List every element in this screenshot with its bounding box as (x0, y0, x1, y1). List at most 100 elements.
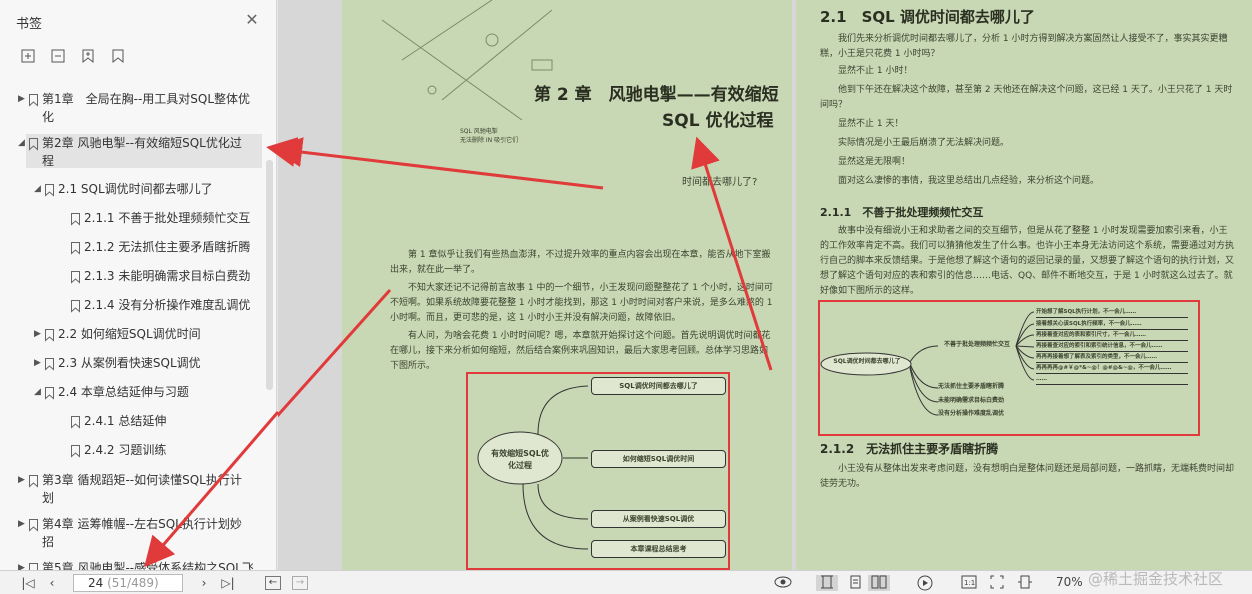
eye-protection-icon[interactable] (772, 575, 794, 591)
bookmark-label-line1: 第2章 风驰电掣--有效缩短SQL优化过 (42, 136, 242, 150)
bookmark-item[interactable]: ▶ 第3章 循规蹈矩--如何读懂SQL执行计划 (0, 471, 262, 505)
expanded-arrow-icon[interactable]: ◢ (34, 386, 44, 398)
bookmark-label-line1: 2.1.4 没有分析操作难度乱调优 (84, 298, 251, 312)
bookmark-label-line2: 程 (42, 154, 55, 168)
bookmark-label: 第1章 全局在胸--用工具对SQL整体优化 (42, 90, 262, 126)
bookmark-label: 2.1 SQL调优时间都去哪儿了 (58, 180, 262, 198)
bookmark-label: 第5章 风驰电掣--感受体系结构之SQL飞 (42, 559, 262, 570)
bookmark-sidebar: 书签 ✕ ▶ 第1章 全局在胸--用工具对SQL整体优化 ◢ 第2章 风驰电掣--有效… (0, 0, 277, 570)
bookmark-label: 2.1.2 无法抓住主要矛盾瞎折腾 (84, 238, 262, 256)
bookmark-label: 第4章 运筹帷幄--左右SQL执行计划妙招 (42, 515, 262, 551)
zoom-level[interactable]: 70% (1056, 575, 1083, 589)
page-number-input[interactable]: 24 (51/489) (73, 574, 183, 592)
bookmark-item[interactable]: ▶ 2.2 如何缩短SQL调优时间 (0, 325, 262, 347)
bookmark-tree: ▶ 第1章 全局在胸--用工具对SQL整体优化 ◢ 第2章 风驰电掣--有效缩短SQL… (0, 84, 265, 570)
annotation-arrows (278, 136, 773, 418)
bookmark-item[interactable]: ◢ 2.4 本章总结延伸与习题 (0, 383, 262, 405)
sidebar-title: 书签 (16, 17, 43, 32)
bookmark-label-line2: 招 (42, 535, 55, 549)
bookmark-label: 第2章 风驰电掣--有效缩短SQL优化过程 (42, 134, 262, 170)
collapsed-arrow-icon[interactable]: ▶ (18, 518, 28, 530)
close-icon[interactable]: ✕ (244, 12, 260, 28)
bookmark-item[interactable]: ▶ 2.3 从案例看快速SQL调优 (0, 354, 262, 376)
collapsed-arrow-icon[interactable]: ▶ (18, 93, 28, 105)
expand-bookmark-icon[interactable] (18, 46, 38, 66)
bookmark-icon (71, 299, 80, 313)
bookmark-icon (71, 415, 80, 429)
bookmark-icon (29, 93, 38, 107)
bookmark-icon (45, 386, 54, 400)
pdf-reader-window: 书签 ✕ ▶ 第1章 全局在胸--用工具对SQL整体优化 ◢ 第2章 风驰电掣--有效… (0, 0, 1252, 594)
collapsed-arrow-icon[interactable]: ▶ (34, 357, 44, 369)
bookmark-icon (29, 474, 38, 488)
collapsed-arrow-icon[interactable]: ▶ (18, 562, 28, 570)
sidebar-scrollbar[interactable] (266, 160, 273, 390)
bookmark-label-line2: 划 (42, 491, 55, 505)
bookmark-label: 2.4 本章总结延伸与习题 (58, 383, 262, 401)
fit-width-icon[interactable] (1014, 575, 1036, 591)
collapsed-arrow-icon[interactable]: ▶ (18, 474, 28, 486)
bookmark-item[interactable]: 2.1.2 无法抓住主要矛盾瞎折腾 (0, 238, 262, 260)
bookmark-item[interactable]: ▶ 第1章 全局在胸--用工具对SQL整体优化 (0, 90, 262, 124)
bookmark-label-line2: 化 (42, 110, 55, 124)
bookmark-icon (45, 357, 54, 371)
bookmark-icon (71, 212, 80, 226)
bookmark-label: 2.1.4 没有分析操作难度乱调优 (84, 296, 262, 314)
bookmark-label-line1: 2.1 SQL调优时间都去哪儿了 (58, 182, 213, 196)
bookmark-label: 2.3 从案例看快速SQL调优 (58, 354, 262, 372)
bookmark-label: 2.4.2 习题训练 (84, 441, 262, 459)
expanded-arrow-icon[interactable]: ◢ (18, 137, 28, 149)
bookmark-icon (29, 518, 38, 532)
bookmark-icon (71, 444, 80, 458)
continuous-page-icon[interactable] (844, 575, 866, 591)
bookmark-label-line1: 第1章 全局在胸--用工具对SQL整体优 (42, 92, 251, 106)
document-view: SQL 风驰电掣 无法删除 IN 吸引它们 第 2 章 风驰电掣——有效缩短 S… (278, 0, 1252, 570)
collapse-bookmark-icon[interactable] (48, 46, 68, 66)
bookmark-icon (45, 183, 54, 197)
bookmark-item[interactable]: ◢ 第2章 风驰电掣--有效缩短SQL优化过程 (18, 134, 262, 170)
fit-page-icon[interactable] (986, 575, 1008, 591)
bottom-toolbar: |◁ ‹ 24 (51/489) › ▷| ← → 1:1 70% (0, 570, 1252, 594)
next-page-icon[interactable]: › (196, 575, 212, 591)
bookmark-label-line1: 2.4 本章总结延伸与习题 (58, 385, 189, 399)
add-bookmark-icon[interactable] (78, 46, 98, 66)
forward-icon[interactable]: → (292, 576, 308, 590)
bookmark-label-line1: 第4章 运筹帷幄--左右SQL执行计划妙 (42, 517, 242, 531)
bookmark-label-line1: 第5章 风驰电掣--感受体系结构之SQL飞 (42, 561, 254, 570)
bookmark-icon (71, 241, 80, 255)
bookmark-label: 2.1.3 未能明确需求目标白费劲 (84, 267, 262, 285)
bookmark-label-line1: 2.3 从案例看快速SQL调优 (58, 356, 201, 370)
play-icon[interactable] (914, 575, 936, 591)
bookmark-label-line1: 第3章 循规蹈矩--如何读懂SQL执行计 (42, 473, 242, 487)
page-current: 24 (88, 576, 104, 590)
bookmark-label: 第3章 循规蹈矩--如何读懂SQL执行计划 (42, 471, 262, 507)
single-page-icon[interactable] (816, 575, 838, 591)
bookmark-item[interactable]: 2.4.1 总结延伸 (0, 412, 262, 434)
bookmark-label: 2.4.1 总结延伸 (84, 412, 262, 430)
bookmark-item[interactable]: ▶ 第4章 运筹帷幄--左右SQL执行计划妙招 (0, 515, 262, 549)
bookmark-item[interactable]: 2.1.4 没有分析操作难度乱调优 (0, 296, 262, 318)
watermark: @稀土掘金技术社区 (1088, 570, 1224, 588)
bookmark-icon (71, 270, 80, 284)
bookmark-icon[interactable] (108, 46, 128, 66)
bookmark-item[interactable]: 2.1.1 不善于批处理频频忙交互 (0, 209, 262, 231)
first-page-icon[interactable]: |◁ (20, 575, 36, 591)
bookmark-label: 2.2 如何缩短SQL调优时间 (58, 325, 262, 343)
expanded-arrow-icon[interactable]: ◢ (34, 183, 44, 195)
bookmark-item[interactable]: ◢ 2.1 SQL调优时间都去哪儿了 (0, 180, 262, 202)
prev-page-icon[interactable]: ‹ (44, 575, 60, 591)
bookmark-label-line1: 2.4.2 习题训练 (84, 443, 167, 457)
bookmark-label-line1: 2.1.2 无法抓住主要矛盾瞎折腾 (84, 240, 251, 254)
double-page-icon[interactable] (868, 575, 890, 591)
page-total: (51/489) (107, 576, 159, 590)
collapsed-arrow-icon[interactable]: ▶ (34, 328, 44, 340)
bookmark-item[interactable]: 2.4.2 习题训练 (0, 441, 262, 463)
bookmark-icon (45, 328, 54, 342)
back-icon[interactable]: ← (265, 576, 281, 590)
sidebar-toolbar (18, 46, 128, 68)
actual-size-icon[interactable]: 1:1 (958, 575, 980, 591)
bookmark-item[interactable]: 2.1.3 未能明确需求目标白费劲 (0, 267, 262, 289)
bookmark-item[interactable]: ▶ 第5章 风驰电掣--感受体系结构之SQL飞 (0, 559, 262, 570)
last-page-icon[interactable]: ▷| (220, 575, 236, 591)
bookmark-label-line1: 2.4.1 总结延伸 (84, 414, 167, 428)
